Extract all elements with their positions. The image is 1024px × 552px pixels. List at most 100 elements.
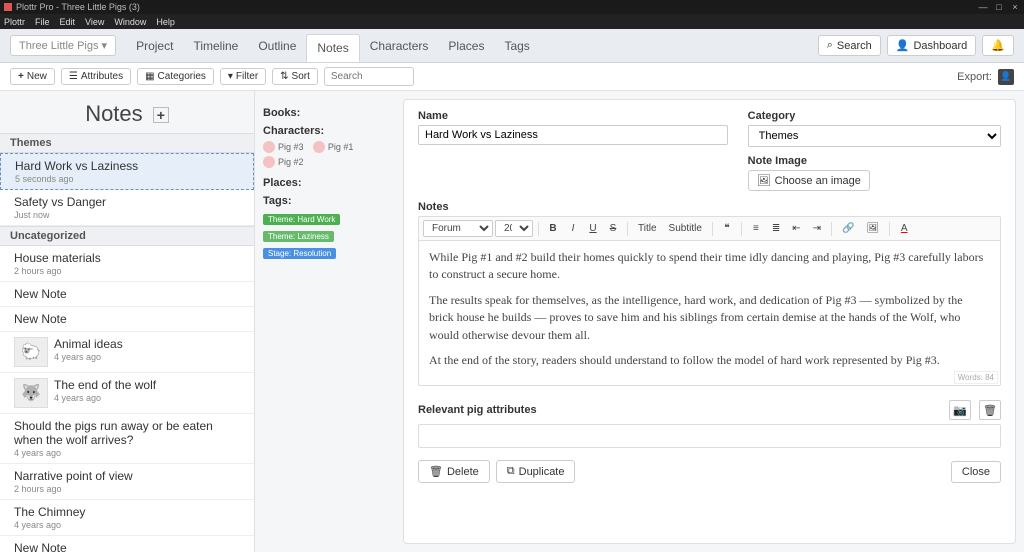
tab-project[interactable]: Project bbox=[126, 33, 183, 59]
character-chip[interactable]: Pig #2 bbox=[263, 156, 304, 168]
note-time: 4 years ago bbox=[54, 352, 123, 362]
close-button[interactable]: Close bbox=[951, 461, 1001, 483]
minimize-icon[interactable]: — bbox=[978, 2, 988, 12]
font-select[interactable]: Forum bbox=[423, 220, 493, 237]
sort-button[interactable]: ⇅Sort bbox=[272, 68, 318, 85]
indent-button[interactable]: ⇥ bbox=[808, 221, 826, 236]
word-count: Words: 84 bbox=[954, 371, 998, 385]
notes-label: Notes bbox=[418, 201, 1001, 213]
search-input[interactable] bbox=[324, 67, 414, 86]
delete-attr-button[interactable]: 🗑 bbox=[979, 400, 1001, 420]
notes-heading: Notes + bbox=[0, 91, 254, 133]
title-button[interactable]: Title bbox=[633, 221, 662, 236]
content-area: Books: Characters: Pig #3 Pig #1 Pig #2 … bbox=[255, 91, 1024, 552]
camera-icon: 📷 bbox=[953, 404, 967, 417]
add-note-button[interactable]: + bbox=[153, 107, 169, 123]
link-button[interactable]: 🔗 bbox=[837, 221, 859, 236]
rte-toolbar: Forum 20 B I U S Title Subtitle ❝ ≡ ≣ ⇤ … bbox=[418, 216, 1001, 240]
categories-button[interactable]: ▦Categories bbox=[137, 68, 214, 85]
tab-timeline[interactable]: Timeline bbox=[183, 33, 248, 59]
notes-sidebar: Notes + Themes Hard Work vs Laziness 5 s… bbox=[0, 91, 255, 552]
books-label: Books: bbox=[263, 107, 387, 119]
tab-tags[interactable]: Tags bbox=[494, 33, 539, 59]
outdent-button[interactable]: ⇤ bbox=[787, 221, 805, 236]
note-item[interactable]: 🐑 Animal ideas 4 years ago bbox=[0, 332, 254, 373]
ol-button[interactable]: ≡ bbox=[747, 221, 765, 236]
note-item[interactable]: Should the pigs run away or be eaten whe… bbox=[0, 414, 254, 464]
note-title: The Chimney bbox=[14, 505, 240, 519]
notifications-button[interactable]: 🔔 bbox=[982, 35, 1014, 56]
maximize-icon[interactable]: □ bbox=[994, 2, 1004, 12]
strike-button[interactable]: S bbox=[604, 221, 622, 236]
note-time: 2 hours ago bbox=[14, 484, 240, 494]
characters-label: Characters: bbox=[263, 125, 387, 137]
note-item[interactable]: Narrative point of view 2 hours ago bbox=[0, 464, 254, 500]
relevant-attrs-label: Relevant pig attributes bbox=[418, 404, 941, 416]
export-user-button[interactable]: 👤 bbox=[998, 69, 1014, 85]
note-item[interactable]: 🐺 The end of the wolf 4 years ago bbox=[0, 373, 254, 414]
color-button[interactable]: A bbox=[895, 221, 913, 236]
attributes-button[interactable]: ☰Attributes bbox=[61, 68, 131, 85]
tab-notes[interactable]: Notes bbox=[306, 34, 359, 62]
image-button[interactable]: 🖼 bbox=[862, 221, 885, 236]
menu-window[interactable]: Window bbox=[114, 17, 146, 27]
note-item[interactable]: The Chimney 4 years ago bbox=[0, 500, 254, 536]
note-item[interactable]: Safety vs Danger Just now bbox=[0, 190, 254, 226]
italic-button[interactable]: I bbox=[564, 221, 582, 236]
note-item[interactable]: Hard Work vs Laziness 5 seconds ago bbox=[0, 153, 254, 190]
note-title: New Note bbox=[14, 541, 240, 552]
filter-button[interactable]: ▾Filter bbox=[220, 68, 266, 85]
quote-button[interactable]: ❝ bbox=[718, 221, 736, 236]
character-chip[interactable]: Pig #1 bbox=[313, 141, 354, 153]
dashboard-button[interactable]: 👤Dashboard bbox=[887, 35, 977, 56]
note-paragraph: At the end of the story, readers should … bbox=[429, 352, 990, 369]
ul-button[interactable]: ≣ bbox=[767, 221, 785, 236]
note-title: Should the pigs run away or be eaten whe… bbox=[14, 419, 240, 447]
bold-button[interactable]: B bbox=[544, 221, 562, 236]
name-input[interactable] bbox=[418, 125, 728, 145]
subtitle-button[interactable]: Subtitle bbox=[664, 221, 707, 236]
tags-label: Tags: bbox=[263, 195, 387, 207]
tab-characters[interactable]: Characters bbox=[360, 33, 439, 59]
character-chip[interactable]: Pig #3 bbox=[263, 141, 304, 153]
menu-view[interactable]: View bbox=[85, 17, 104, 27]
notes-textarea[interactable]: While Pig #1 and #2 build their homes qu… bbox=[418, 240, 1001, 386]
choose-image-button[interactable]: 🖼Choose an image bbox=[748, 170, 870, 191]
tab-outline[interactable]: Outline bbox=[248, 33, 306, 59]
duplicate-button[interactable]: ⧉Duplicate bbox=[496, 460, 576, 483]
filter-icon: ▾ bbox=[228, 71, 233, 82]
project-dropdown[interactable]: Three Little Pigs ▾ bbox=[10, 35, 116, 56]
note-title: The end of the wolf bbox=[54, 378, 156, 392]
add-image-button[interactable]: 📷 bbox=[949, 400, 971, 420]
category-select[interactable]: Themes bbox=[748, 125, 1001, 147]
note-item[interactable]: House materials 2 hours ago bbox=[0, 246, 254, 282]
search-icon: ⌕ bbox=[827, 39, 833, 52]
tag-chip[interactable]: Stage: Resolution bbox=[263, 248, 336, 259]
avatar-icon bbox=[263, 141, 275, 153]
note-item[interactable]: New Note bbox=[0, 282, 254, 307]
app-icon bbox=[4, 3, 12, 11]
note-paragraph: While Pig #1 and #2 build their homes qu… bbox=[429, 249, 990, 284]
note-thumbnail: 🐺 bbox=[14, 378, 48, 408]
menu-help[interactable]: Help bbox=[156, 17, 175, 27]
relevant-attrs-input[interactable] bbox=[418, 424, 1001, 448]
size-select[interactable]: 20 bbox=[495, 220, 533, 237]
tag-chip[interactable]: Theme: Hard Work bbox=[263, 214, 340, 225]
tab-places[interactable]: Places bbox=[438, 33, 494, 59]
note-time: 2 hours ago bbox=[14, 266, 240, 276]
note-item[interactable]: New Note bbox=[0, 536, 254, 552]
new-button[interactable]: +New bbox=[10, 68, 55, 85]
delete-button[interactable]: 🗑Delete bbox=[418, 460, 490, 483]
underline-button[interactable]: U bbox=[584, 221, 602, 236]
menu-plottr[interactable]: Plottr bbox=[4, 17, 25, 27]
search-button[interactable]: ⌕Search bbox=[818, 35, 881, 56]
sort-icon: ⇅ bbox=[280, 71, 288, 82]
note-item[interactable]: New Note bbox=[0, 307, 254, 332]
menu-file[interactable]: File bbox=[35, 17, 50, 27]
copy-icon: ⧉ bbox=[507, 465, 515, 478]
user-icon: 👤 bbox=[1000, 71, 1011, 82]
image-icon: 🖼 bbox=[757, 174, 771, 187]
menu-edit[interactable]: Edit bbox=[60, 17, 76, 27]
tag-chip[interactable]: Theme: Laziness bbox=[263, 231, 334, 242]
close-icon[interactable]: × bbox=[1010, 2, 1020, 12]
